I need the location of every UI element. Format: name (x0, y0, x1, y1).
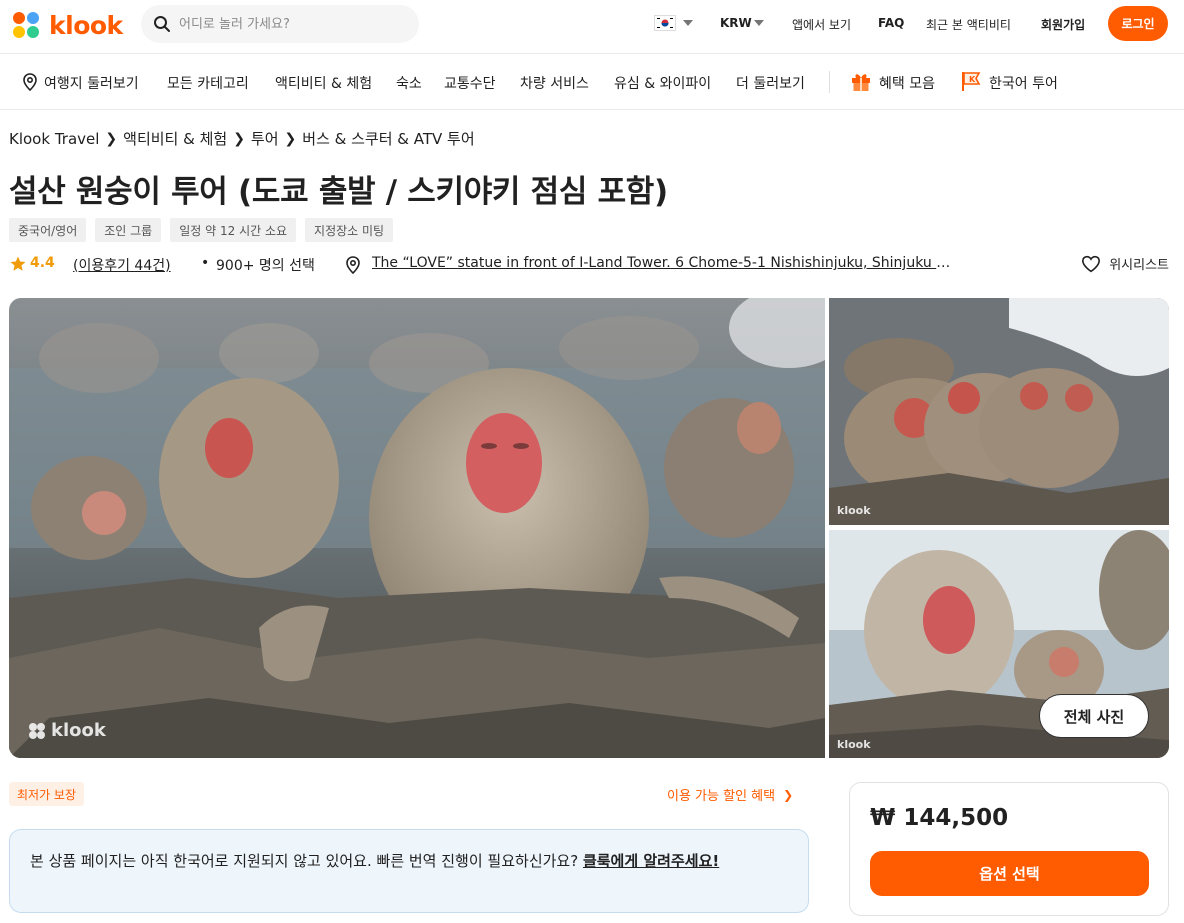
breadcrumb-item-activities[interactable]: 액티비티 & 체험 (123, 128, 227, 149)
best-price-badge: 최저가 보장 (9, 782, 85, 806)
top-header: klook KRW 앱에서 보기 FAQ 최근 본 액티비티 회원가입 로그인 (0, 0, 1184, 54)
recently-viewed-link[interactable]: 최근 본 액티비티 (926, 16, 1011, 33)
breadcrumb-item-tours[interactable]: 투어 (251, 128, 279, 149)
watermark: klook (837, 504, 871, 517)
nav-item-hotels[interactable]: 숙소 (396, 73, 422, 93)
nav-item-sim-wifi[interactable]: 유심 & 와이파이 (614, 73, 711, 93)
nav-item-destinations[interactable]: 여행지 둘러보기 (44, 73, 139, 93)
brand-name: klook (49, 10, 123, 40)
watermark: klook (837, 738, 871, 751)
tag-meeting: 지정장소 미팅 (305, 218, 394, 242)
main-photo[interactable]: klook (9, 298, 825, 758)
tag-duration: 일정 약 12 시간 소요 (170, 218, 297, 242)
discount-link-label: 이용 가능 할인 혜택 (667, 789, 776, 804)
category-nav: 여행지 둘러보기 모든 카테고리 액티비티 & 체험 숙소 교통수단 차량 서비… (0, 54, 1184, 110)
tag-language: 중국어/영어 (9, 218, 87, 242)
chevron-right-icon: ❯ (783, 787, 794, 802)
wishlist-button[interactable]: 위시리스트 (1081, 254, 1169, 273)
notice-text: 본 상품 페이지는 아직 한국어로 지원되지 않고 있어요. 빠른 번역 진행이… (30, 852, 583, 870)
secondary-photo-1[interactable]: klook (829, 298, 1169, 525)
chevron-right-icon: ❯ (105, 130, 118, 147)
notice-report-link[interactable]: 클룩에게 알려주세요! (583, 852, 719, 870)
rating-value: 4.4 (30, 255, 55, 271)
watermark-text: klook (837, 738, 871, 751)
tag-group: 조인 그룹 (95, 218, 162, 242)
search-icon (154, 16, 170, 32)
booking-card: ₩ 144,500 옵션 선택 (849, 782, 1169, 916)
breadcrumb: Klook Travel ❯ 액티비티 & 체험 ❯ 투어 ❯ 버스 & 스쿠터… (9, 128, 475, 149)
page-title: 설산 원숭이 투어 (도쿄 출발 / 스키야키 점심 포함) (9, 174, 668, 210)
klook-logo-icon (13, 12, 39, 38)
svg-text:K: K (969, 75, 976, 84)
location-pin-icon (23, 73, 37, 91)
all-photos-button[interactable]: 전체 사진 (1039, 694, 1149, 738)
south-korea-flag-icon[interactable] (654, 15, 676, 31)
wishlist-label: 위시리스트 (1109, 258, 1169, 273)
nav-item-deals[interactable]: 혜택 모음 (879, 73, 935, 93)
nav-item-transport[interactable]: 교통수단 (444, 73, 496, 93)
breadcrumb-item-bus-tours[interactable]: 버스 & 스쿠터 & ATV 투어 (302, 128, 474, 149)
currency-chevron-down-icon[interactable] (754, 20, 764, 26)
breadcrumb-item-home[interactable]: Klook Travel (9, 130, 99, 148)
app-download-link[interactable]: 앱에서 보기 (792, 16, 851, 33)
korean-tour-flag-icon: K (962, 72, 981, 91)
nav-item-car-services[interactable]: 차량 서비스 (520, 73, 589, 93)
price: ₩ 144,500 (870, 805, 1009, 831)
heart-icon (1082, 255, 1101, 272)
faq-link[interactable]: FAQ (878, 16, 904, 30)
klook-logo[interactable]: klook (9, 8, 123, 42)
search-input[interactable] (179, 16, 399, 32)
search-bar[interactable] (141, 5, 419, 43)
watermark-text: klook (51, 720, 106, 741)
chevron-right-icon: ❯ (284, 130, 297, 147)
currency-selector[interactable]: KRW (720, 16, 752, 30)
select-options-button[interactable]: 옵션 선택 (870, 851, 1149, 896)
login-button[interactable]: 로그인 (1108, 6, 1168, 41)
klook-logo-icon (29, 722, 45, 739)
nav-item-more[interactable]: 더 둘러보기 (736, 73, 805, 93)
location-pin-icon (346, 256, 360, 274)
nav-item-korean-tour[interactable]: 한국어 투어 (989, 73, 1058, 93)
photo-gallery: klook klook klook 전체 사진 (9, 298, 1169, 758)
booked-count: 900+ 명의 선택 (216, 258, 315, 274)
language-chevron-down-icon[interactable] (683, 20, 693, 26)
discount-link[interactable]: 이용 가능 할인 혜택 ❯ (667, 785, 794, 805)
nav-item-all-categories[interactable]: 모든 카테고리 (167, 73, 249, 93)
product-tags: 중국어/영어 조인 그룹 일정 약 12 시간 소요 지정장소 미팅 (9, 218, 394, 242)
nav-item-activities[interactable]: 액티비티 & 체험 (275, 73, 372, 93)
signup-link[interactable]: 회원가입 (1041, 16, 1085, 33)
nav-divider (829, 71, 830, 93)
watermark: klook (27, 720, 106, 741)
reviews-link[interactable]: (이용후기 44건) (73, 255, 171, 275)
chevron-right-icon: ❯ (233, 130, 245, 147)
gift-icon (852, 74, 870, 91)
watermark-text: klook (837, 504, 871, 517)
separator-dot: • (201, 255, 210, 271)
rating-row: 4.4 (이용후기 44건) • 900+ 명의 선택 The “LOVE” s… (9, 254, 1171, 274)
star-icon (10, 256, 26, 271)
translation-notice: 본 상품 페이지는 아직 한국어로 지원되지 않고 있어요. 빠른 번역 진행이… (9, 829, 809, 913)
meeting-location-link[interactable]: The “LOVE” statue in front of I-Land Tow… (372, 255, 952, 271)
